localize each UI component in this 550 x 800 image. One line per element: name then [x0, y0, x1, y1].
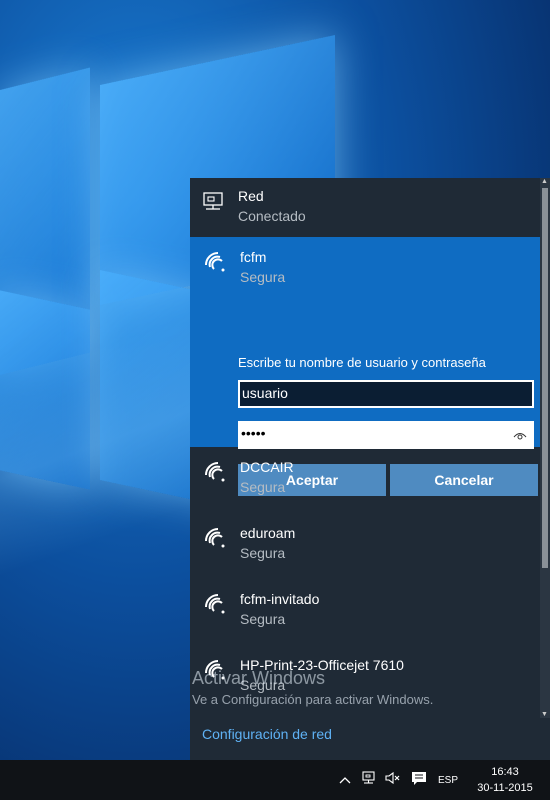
- taskbar-clock[interactable]: 16:43 30-11-2015: [470, 764, 540, 796]
- action-center-button[interactable]: [408, 760, 430, 800]
- scrollbar-thumb[interactable]: [542, 188, 548, 568]
- ethernet-icon: [202, 188, 228, 214]
- activation-watermark-title: Activar Windows: [192, 668, 326, 688]
- speaker-muted-icon: [385, 771, 401, 790]
- input-language-button[interactable]: ESP: [435, 760, 461, 800]
- network-name: DCCAIR: [240, 459, 294, 475]
- activation-watermark-subtitle: Ve a Configuración para activar Windows.: [192, 692, 434, 707]
- credentials-prompt: Escribe tu nombre de usuario y contraseñ…: [238, 355, 486, 370]
- show-hidden-icons-button[interactable]: [335, 760, 355, 800]
- network-name: eduroam: [240, 525, 296, 541]
- wired-network-name: Red: [238, 188, 264, 204]
- wired-network-status: Conectado: [238, 208, 306, 224]
- network-name: fcfm: [240, 249, 267, 265]
- password-input[interactable]: •••••: [238, 421, 534, 449]
- chevron-up-icon: [339, 771, 351, 789]
- network-security: Segura: [240, 269, 286, 285]
- network-security: Segura: [240, 611, 286, 627]
- clock-time: 16:43: [491, 766, 519, 778]
- connecting-network-panel: fcfm Segura Escribe tu nombre de usuario…: [190, 237, 540, 496]
- scroll-down-icon[interactable]: ▼: [541, 711, 548, 718]
- clock-date: 30-11-2015: [477, 782, 533, 794]
- network-tray-button[interactable]: [360, 760, 380, 800]
- network-settings-link[interactable]: Configuración de red: [202, 726, 332, 742]
- network-security: Segura: [240, 479, 286, 495]
- network-name: fcfm-invitado: [240, 591, 320, 607]
- scroll-up-icon[interactable]: ▲: [541, 178, 548, 185]
- wifi-icon: [202, 459, 228, 485]
- ethernet-icon: [362, 770, 378, 791]
- network-security: Segura: [240, 545, 286, 561]
- flyout-scrollbar[interactable]: ▲ ▼: [540, 178, 550, 718]
- wifi-icon: [202, 591, 228, 617]
- taskbar: ESP 16:43 30-11-2015: [0, 760, 550, 800]
- volume-tray-button[interactable]: [383, 760, 403, 800]
- reveal-password-icon[interactable]: [513, 428, 527, 440]
- password-mask: •••••: [241, 425, 266, 441]
- cancel-button[interactable]: Cancelar: [390, 464, 538, 496]
- username-input[interactable]: usuario: [238, 380, 534, 408]
- wifi-icon: [202, 249, 228, 275]
- wired-network-item[interactable]: Red Conectado: [190, 188, 540, 228]
- wifi-icon: [202, 525, 228, 551]
- message-icon: [411, 770, 427, 791]
